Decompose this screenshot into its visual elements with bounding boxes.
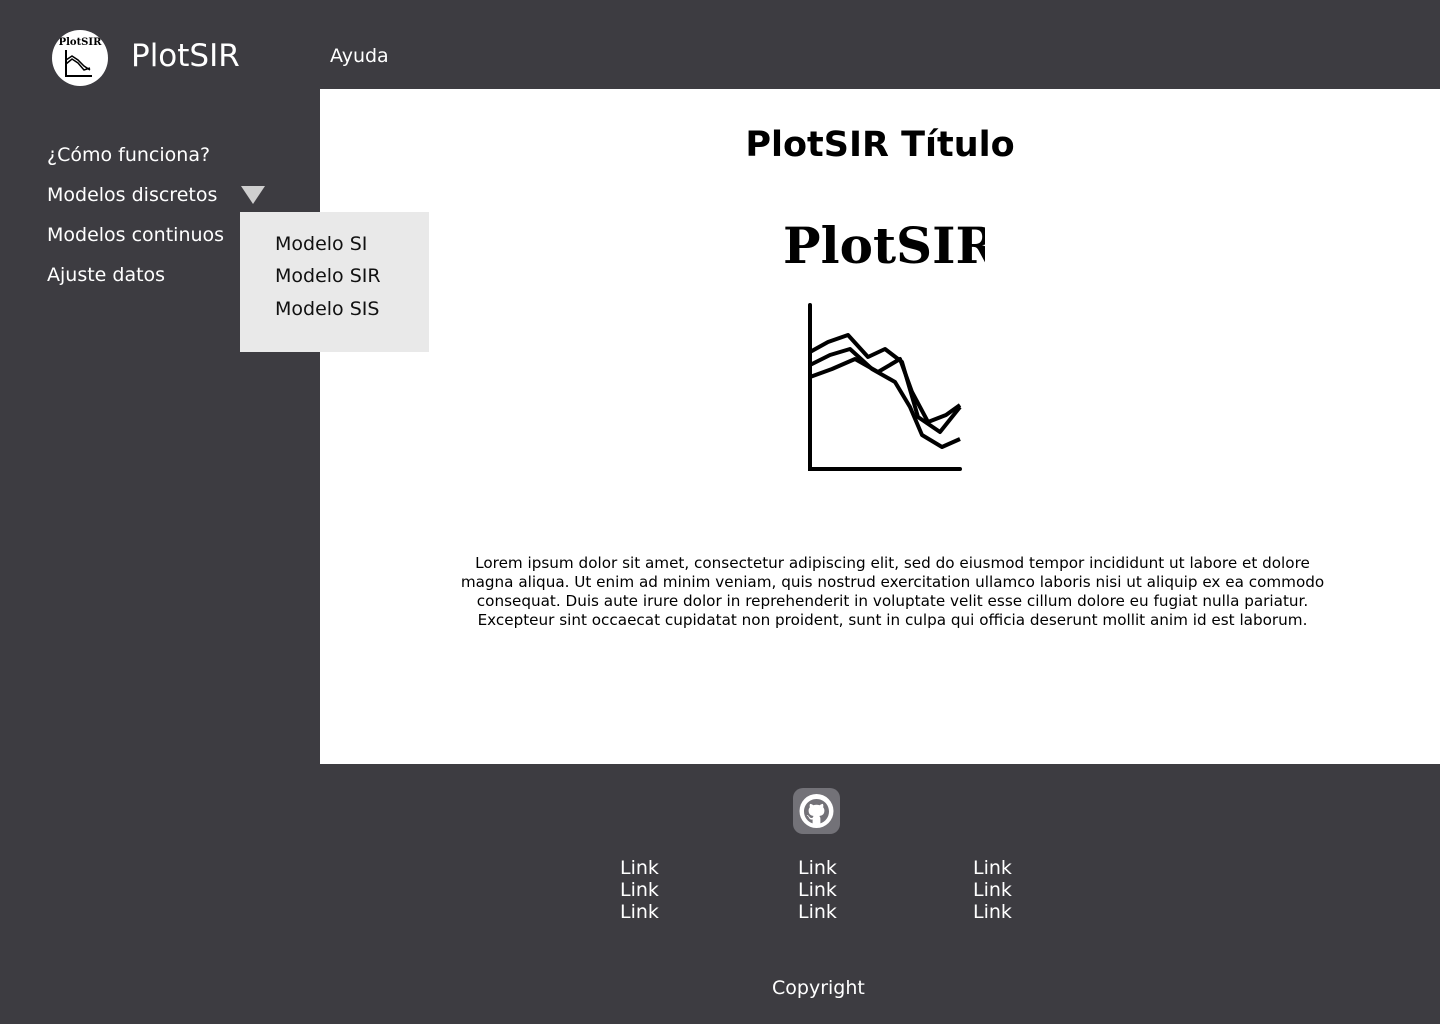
sidebar-item-label: Modelos continuos bbox=[47, 224, 225, 246]
plotsir-wordmark-logo: PlotSIR bbox=[783, 216, 985, 275]
footer-link[interactable]: Link bbox=[973, 857, 1012, 879]
footer-link[interactable]: Link bbox=[798, 857, 837, 879]
footer-link[interactable]: Link bbox=[973, 901, 1012, 923]
dropdown-item-modelo-sis[interactable]: Modelo SIS bbox=[275, 297, 379, 321]
triangle-down-icon[interactable] bbox=[241, 186, 265, 204]
plotsir-logo-icon: PlotSIR bbox=[59, 37, 103, 77]
sidebar-item-label: Ajuste datos bbox=[47, 264, 166, 286]
sidebar-item-como-funciona[interactable]: ¿Cómo funciona? bbox=[47, 143, 307, 183]
app-logo[interactable]: PlotSIR bbox=[52, 30, 108, 86]
footer-column-2: Link Link Link bbox=[798, 857, 837, 923]
main-panel: PlotSIR Título PlotSIR Lorem ipsum dolor… bbox=[320, 89, 1440, 764]
help-link[interactable]: Ayuda bbox=[330, 44, 389, 68]
sidebar-item-label: ¿Cómo funciona? bbox=[47, 144, 211, 166]
footer-link[interactable]: Link bbox=[973, 879, 1012, 901]
intro-paragraph: Lorem ipsum dolor sit amet, consectetur … bbox=[460, 554, 1325, 629]
logo-wordmark: PlotSIR bbox=[59, 37, 103, 48]
footer-column-3: Link Link Link bbox=[973, 857, 1012, 923]
app-name: PlotSIR bbox=[131, 38, 240, 74]
github-icon bbox=[799, 794, 834, 828]
footer-link[interactable]: Link bbox=[620, 901, 659, 923]
footer-link[interactable]: Link bbox=[620, 879, 659, 901]
footer-link[interactable]: Link bbox=[798, 879, 837, 901]
footer-link[interactable]: Link bbox=[798, 901, 837, 923]
github-button[interactable] bbox=[793, 788, 840, 834]
footer-link[interactable]: Link bbox=[620, 857, 659, 879]
dropdown-item-modelo-sir[interactable]: Modelo SIR bbox=[275, 264, 381, 288]
sidebar-item-label: Modelos discretos bbox=[47, 184, 218, 206]
footer-column-1: Link Link Link bbox=[620, 857, 659, 923]
wordmark-text: PlotSIR bbox=[783, 216, 985, 275]
chart-illustration-icon bbox=[808, 303, 962, 471]
modelos-discretos-dropdown: Modelo SI Modelo SIR Modelo SIS bbox=[240, 212, 429, 352]
copyright-text: Copyright bbox=[772, 977, 865, 999]
dropdown-item-modelo-si[interactable]: Modelo SI bbox=[275, 232, 367, 256]
page-title: PlotSIR Título bbox=[745, 125, 1015, 165]
